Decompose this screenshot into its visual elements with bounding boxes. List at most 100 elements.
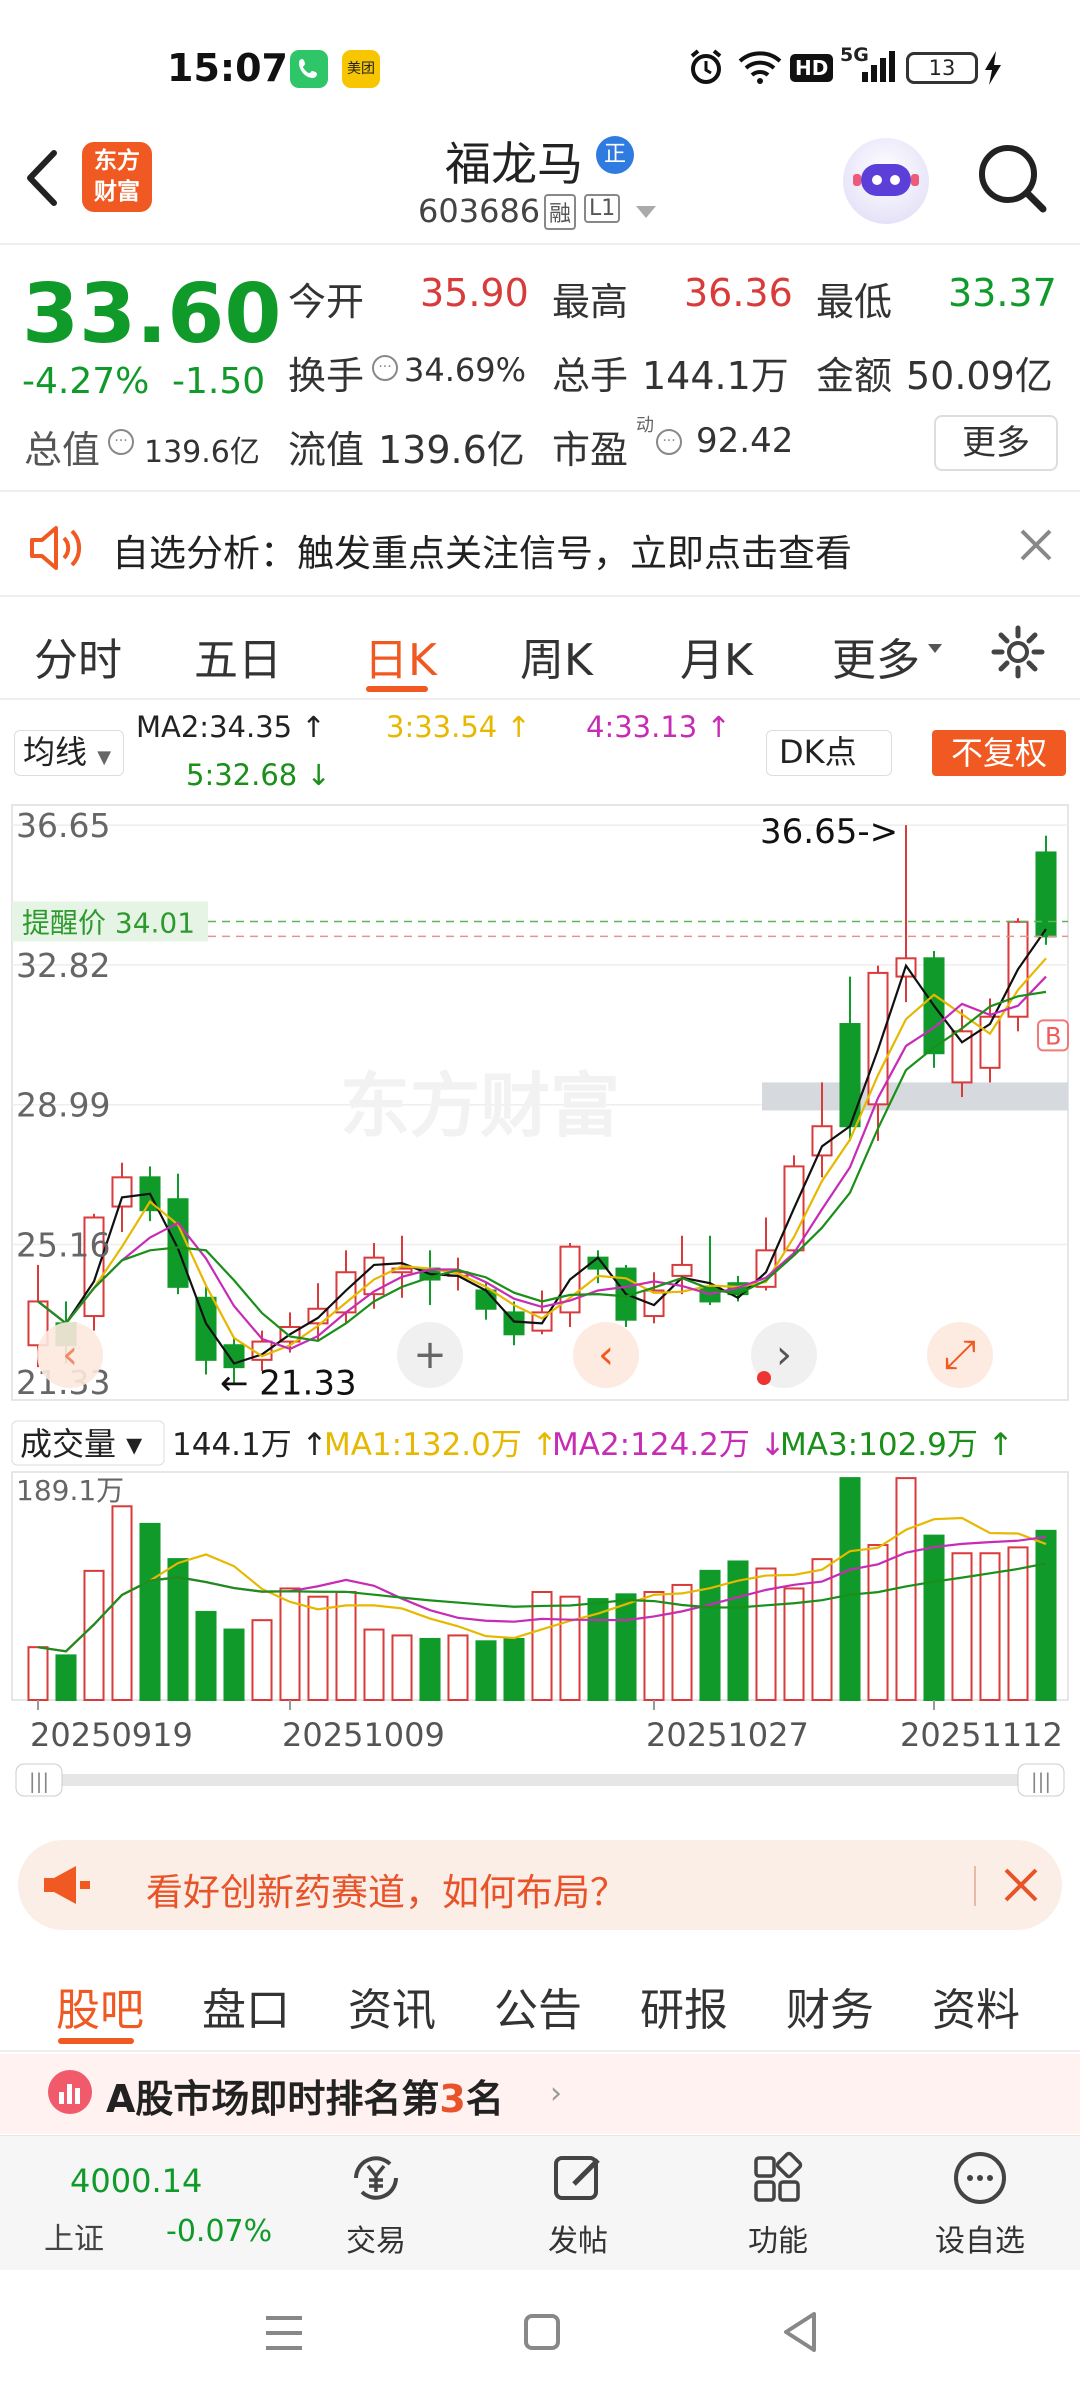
- adjust-button[interactable]: 不复权: [932, 730, 1066, 776]
- rank-text: A股市场即时排名第3名: [106, 2068, 504, 2123]
- banner-close-icon[interactable]: [1002, 1866, 1040, 1908]
- charging-icon: [982, 50, 1004, 90]
- dk-point-button[interactable]: DK点: [766, 730, 892, 776]
- ma3-value: 3:33.54: [386, 710, 498, 744]
- function-button[interactable]: 功能: [708, 2150, 848, 2260]
- volume-value: 144.1万: [642, 354, 789, 398]
- volume-bar-up: [531, 1590, 553, 1701]
- volume-value: 144.1万 ↑: [172, 1427, 328, 1463]
- stock-name: 福龙马: [445, 137, 583, 191]
- tab-monthly-k[interactable]: 月K: [680, 624, 753, 688]
- volume-bar-up: [27, 1646, 49, 1702]
- signal-icon: [860, 50, 898, 88]
- stock-header: 东方 财富 福龙马 正 603686 融 L1: [0, 120, 1080, 245]
- volume-bar-up: [951, 1552, 973, 1702]
- turnover-label: 换手: [288, 354, 365, 398]
- date-label: 20251112: [900, 1716, 1063, 1754]
- more-button[interactable]: 更多: [934, 415, 1058, 471]
- quote-panel: 33.60 -4.27% -1.50 今开 35.90 最高 36.36 最低 …: [0, 247, 1080, 492]
- tab-intraday[interactable]: 分时: [34, 624, 122, 688]
- volume-bar-down: [503, 1637, 525, 1702]
- trade-button[interactable]: 交易: [306, 2150, 446, 2260]
- volume-label: 总手: [552, 354, 629, 398]
- close-notice-icon[interactable]: [1018, 527, 1054, 567]
- robot-assistant-icon[interactable]: [843, 138, 929, 224]
- volume-bar-up: [447, 1634, 469, 1701]
- chart-nav-icon: ›: [776, 1332, 792, 1378]
- tab-announcements[interactable]: 公告: [494, 1974, 582, 2038]
- banner-divider: [974, 1866, 976, 1906]
- chart-nav-icon: +: [413, 1332, 447, 1378]
- mktcap-value: 139.6亿: [144, 435, 260, 470]
- menu-nav-icon[interactable]: [262, 2314, 306, 2356]
- trade-yuan-icon: [354, 2156, 398, 2200]
- tab-news[interactable]: 资讯: [348, 1974, 436, 2038]
- candle-down: [167, 1198, 189, 1288]
- more-dots-icon: [954, 2152, 1006, 2204]
- range-handle-left-icon: |||: [29, 1769, 49, 1793]
- tab-five-day[interactable]: 五日: [194, 624, 282, 688]
- open-label: 今开: [288, 280, 365, 324]
- search-icon[interactable]: [976, 142, 1048, 218]
- tab-active-indicator: [366, 686, 428, 692]
- watch-label: 设自选: [935, 2224, 1025, 2259]
- date-label: 20251027: [646, 1716, 809, 1754]
- tab-daily-k[interactable]: 日K: [364, 624, 437, 688]
- tab-finance[interactable]: 财务: [786, 1974, 874, 2038]
- tab-weekly-k[interactable]: 周K: [520, 624, 593, 688]
- pe-info-icon[interactable]: ···: [656, 429, 682, 455]
- volume-bar-up: [251, 1619, 273, 1702]
- date-label: 20250919: [30, 1716, 193, 1754]
- post-button[interactable]: 发帖: [508, 2150, 648, 2260]
- high-value: 36.36: [684, 271, 793, 315]
- rank-number: 3: [439, 2077, 466, 2121]
- index-name[interactable]: 上证: [44, 2214, 104, 2258]
- ma4-up-arrow-icon: ↑: [706, 710, 731, 744]
- volume-bar-up: [895, 1477, 917, 1701]
- ma-select[interactable]: 均线 ▼: [14, 730, 124, 776]
- index-change[interactable]: -0.07%: [166, 2214, 272, 2249]
- eastmoney-logo[interactable]: 东方 财富: [82, 142, 152, 212]
- battery-icon: 13: [906, 52, 978, 84]
- amount-value: 50.09亿: [906, 354, 1053, 398]
- turnover-info-icon[interactable]: ···: [372, 355, 398, 381]
- candle-up: [111, 1176, 133, 1208]
- logo-line2: 财富: [94, 179, 140, 205]
- change-amount: -1.50: [172, 361, 266, 402]
- mktcap-info-icon[interactable]: ···: [108, 429, 134, 455]
- tab-research[interactable]: 研报: [640, 1974, 728, 2038]
- ma2-up-arrow-icon: ↑: [301, 710, 326, 744]
- alarm-icon: [688, 48, 724, 90]
- signal-notice[interactable]: 自选分析：触发重点关注信号，立即点击查看: [0, 495, 1080, 597]
- rank-chart-icon: [48, 2070, 92, 2114]
- ma2-readout: MA2:34.35 ↑: [136, 710, 326, 744]
- more-dropdown-icon[interactable]: [928, 644, 942, 653]
- float-value: 139.6亿: [378, 428, 525, 472]
- megaphone-icon: [40, 1864, 92, 1910]
- market-rank-bar[interactable]: A股市场即时排名第3名 ›: [0, 2054, 1080, 2134]
- rank-chevron-icon: ›: [550, 2076, 562, 2111]
- status-time: 15:07: [167, 46, 288, 90]
- innovation-drug-banner[interactable]: 看好创新药赛道，如何布局？: [18, 1840, 1062, 1930]
- ma4-value: 4:33.13: [586, 710, 698, 744]
- battery-level: 13: [928, 56, 956, 80]
- chart-nav-icon: ‹: [598, 1332, 614, 1378]
- back-button[interactable]: [22, 148, 62, 212]
- tab-profile[interactable]: 资料: [932, 1974, 1020, 2038]
- code-dropdown-icon[interactable]: [636, 206, 656, 218]
- low-label: 最低: [816, 280, 893, 324]
- add-watchlist-button[interactable]: 设自选: [910, 2150, 1050, 2260]
- turnover-value: 34.69%: [404, 351, 527, 389]
- float-label: 流值: [288, 428, 365, 472]
- index-value[interactable]: 4000.14: [70, 2162, 202, 2200]
- tab-pankou[interactable]: 盘口: [202, 1974, 290, 2038]
- tab-more[interactable]: 更多: [832, 624, 920, 688]
- back-nav-icon[interactable]: [780, 2310, 820, 2358]
- settings-gear-icon[interactable]: [990, 624, 1046, 684]
- kline-svg[interactable]: 东方财富提醒价 34.0136.6532.8228.9925.1621.3336…: [0, 800, 1080, 1800]
- ma3-readout: 3:33.54 ↑: [386, 710, 531, 744]
- volume-bar-up: [335, 1590, 357, 1701]
- edit-post-icon: [554, 2156, 600, 2200]
- tab-guba[interactable]: 股吧: [56, 1974, 144, 2038]
- home-nav-icon[interactable]: [522, 2312, 562, 2356]
